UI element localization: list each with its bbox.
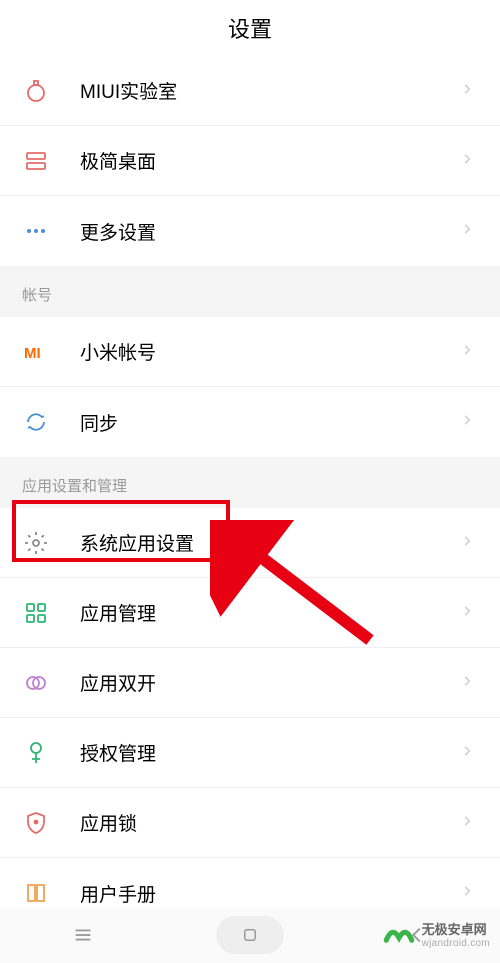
chevron-right-icon xyxy=(460,82,478,100)
item-label: 更多设置 xyxy=(80,218,460,245)
item-app-lock[interactable]: 应用锁 xyxy=(0,788,500,858)
chevron-right-icon xyxy=(460,814,478,832)
gear-icon xyxy=(22,529,50,557)
chevron-right-icon xyxy=(460,744,478,762)
item-label: 用户手册 xyxy=(80,880,460,907)
chevron-right-icon xyxy=(460,222,478,240)
chevron-right-icon xyxy=(460,413,478,431)
desktop-icon xyxy=(22,147,50,175)
item-sync[interactable]: 同步 xyxy=(0,387,500,457)
item-label: 系统应用设置 xyxy=(80,529,460,556)
page-title: 设置 xyxy=(228,12,272,44)
apps-icon xyxy=(22,599,50,627)
section-0: MIUI实验室 极简桌面 更多设置 xyxy=(0,56,500,266)
chevron-right-icon xyxy=(460,343,478,361)
svg-text:MI: MI xyxy=(24,345,41,362)
item-user-manual[interactable]: 用户手册 xyxy=(0,858,500,907)
chevron-right-icon xyxy=(460,152,478,170)
chevron-right-icon xyxy=(460,884,478,902)
book-icon xyxy=(22,879,50,907)
section-2: 系统应用设置 应用管理 应用双开 xyxy=(0,508,500,907)
watermark: 无极安卓网 wjandroid.com xyxy=(382,919,490,953)
item-mi-account[interactable]: MI 小米帐号 xyxy=(0,317,500,387)
chevron-right-icon xyxy=(460,674,478,692)
nav-recent-button[interactable] xyxy=(49,916,117,954)
dual-icon xyxy=(22,669,50,697)
section-title-apps: 应用设置和管理 xyxy=(0,457,500,508)
item-system-app-settings[interactable]: 系统应用设置 xyxy=(0,508,500,578)
nav-home-button[interactable] xyxy=(216,916,284,954)
item-label: 极简桌面 xyxy=(80,147,460,174)
section-1: MI 小米帐号 同步 xyxy=(0,317,500,457)
item-label: 授权管理 xyxy=(80,739,460,766)
item-label: 应用锁 xyxy=(80,809,460,836)
watermark-logo-icon xyxy=(382,919,416,953)
chevron-right-icon xyxy=(460,604,478,622)
settings-scroll: MIUI实验室 极简桌面 更多设置 帐号 xyxy=(0,56,500,907)
chevron-right-icon xyxy=(460,534,478,552)
item-label: MIUI实验室 xyxy=(80,77,460,104)
sync-icon xyxy=(22,408,50,436)
item-label: 同步 xyxy=(80,409,460,436)
item-label: 小米帐号 xyxy=(80,338,460,365)
mi-logo-icon: MI xyxy=(22,338,50,366)
more-icon xyxy=(22,217,50,245)
item-permission-management[interactable]: 授权管理 xyxy=(0,718,500,788)
item-miui-lab[interactable]: MIUI实验室 xyxy=(0,56,500,126)
item-dual-apps[interactable]: 应用双开 xyxy=(0,648,500,718)
permission-icon xyxy=(22,739,50,767)
section-title-account: 帐号 xyxy=(0,266,500,317)
item-minimal-desktop[interactable]: 极简桌面 xyxy=(0,126,500,196)
watermark-title: 无极安卓网 xyxy=(422,923,490,937)
item-label: 应用双开 xyxy=(80,669,460,696)
watermark-url: wjandroid.com xyxy=(422,938,490,949)
page-header: 设置 xyxy=(0,0,500,56)
shield-icon xyxy=(22,809,50,837)
item-more-settings[interactable]: 更多设置 xyxy=(0,196,500,266)
item-label: 应用管理 xyxy=(80,599,460,626)
item-app-management[interactable]: 应用管理 xyxy=(0,578,500,648)
lab-icon xyxy=(22,77,50,105)
